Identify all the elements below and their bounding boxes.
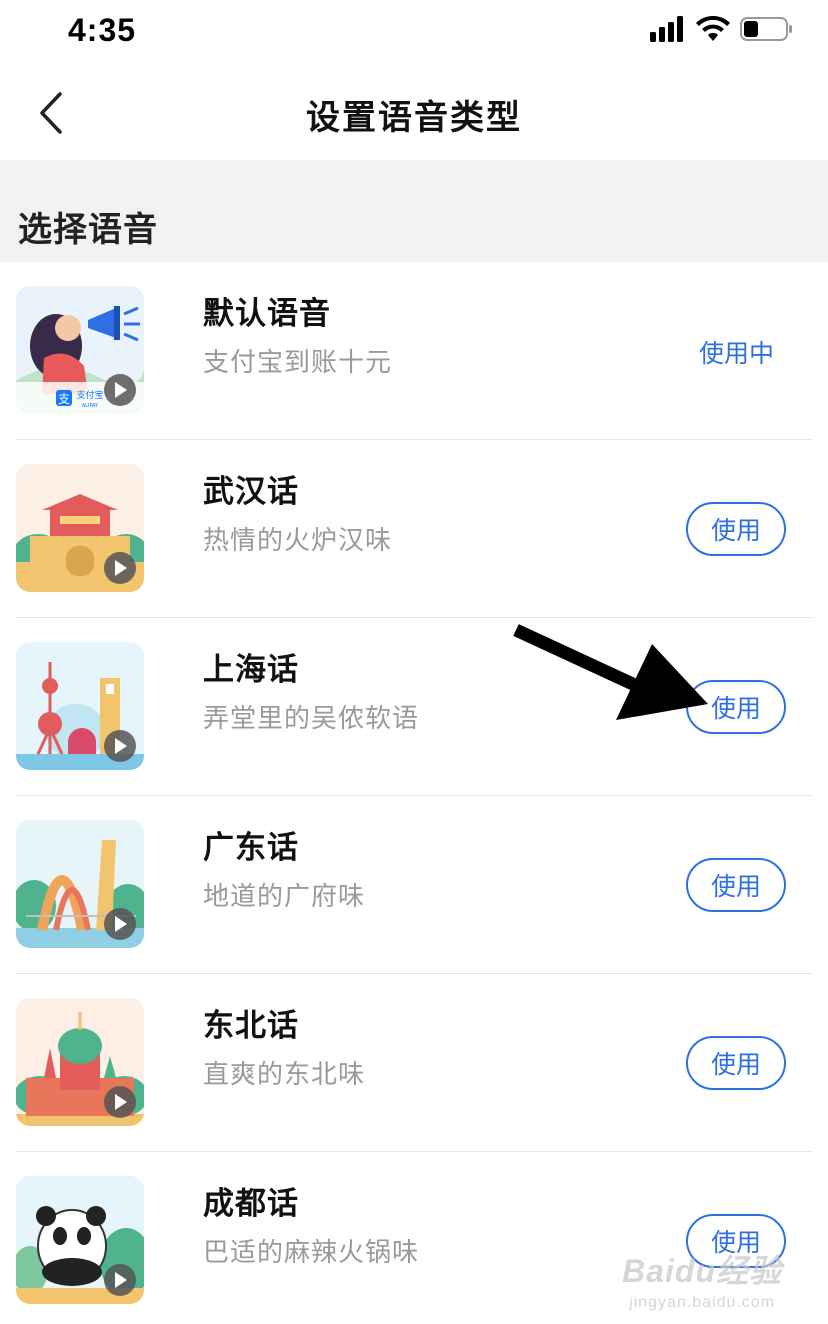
voice-thumbnail — [16, 1176, 144, 1304]
voice-thumbnail — [16, 642, 144, 770]
list-item-default-voice[interactable]: 支 支付宝 ALIPAY 默认语音 支付宝到账十元 使用中 — [0, 262, 828, 440]
list-item-wuhan[interactable]: 武汉话 热情的火炉汉味 使用 — [0, 440, 828, 618]
svg-text:支付宝: 支付宝 — [76, 389, 103, 401]
status-bar: 4:35 — [0, 0, 828, 64]
voice-description: 直爽的东北味 — [203, 1060, 366, 1090]
voice-name: 默认语音 — [203, 296, 331, 332]
section-header: 选择语音 — [0, 160, 828, 262]
voice-description: 弄堂里的吴侬软语 — [203, 704, 420, 734]
watermark-logo: Baidu经验 — [622, 1253, 782, 1289]
voice-description: 热情的火炉汉味 — [203, 526, 393, 556]
voice-description: 支付宝到账十元 — [203, 348, 393, 378]
list-item-guangdong[interactable]: 广东话 地道的广府味 使用 — [0, 796, 828, 974]
use-button[interactable]: 使用 — [686, 1036, 786, 1090]
list-item-shanghai[interactable]: 上海话 弄堂里的吴侬软语 使用 — [0, 618, 828, 796]
voice-thumbnail — [16, 820, 144, 948]
page-title: 设置语音类型 — [306, 98, 522, 138]
use-button[interactable]: 使用 — [686, 680, 786, 734]
svg-text:支: 支 — [58, 392, 70, 406]
voice-name: 广东话 — [203, 830, 299, 866]
wifi-icon — [696, 16, 730, 41]
voice-thumbnail: 支 支付宝 ALIPAY — [16, 286, 144, 414]
list-item-dongbei[interactable]: 东北话 直爽的东北味 使用 — [0, 974, 828, 1152]
voice-name: 上海话 — [203, 652, 299, 688]
voice-name: 东北话 — [203, 1008, 299, 1044]
status-time: 4:35 — [68, 12, 137, 48]
voice-description: 地道的广府味 — [203, 882, 366, 912]
battery-icon — [740, 17, 792, 41]
voice-name: 武汉话 — [203, 474, 299, 510]
voice-thumbnail — [16, 464, 144, 592]
section-title: 选择语音 — [18, 210, 158, 250]
watermark: Baidu经验 jingyan.baidu.com — [622, 1246, 782, 1312]
nav-bar: 设置语音类型 — [0, 64, 828, 160]
voice-name: 成都话 — [203, 1186, 299, 1222]
voice-list: 支 支付宝 ALIPAY 默认语音 支付宝到账十元 使用中 武汉话 热情的火炉汉… — [0, 262, 828, 1324]
use-button[interactable]: 使用 — [686, 502, 786, 556]
in-use-label: 使用中 — [698, 339, 774, 368]
use-button[interactable]: 使用 — [686, 858, 786, 912]
status-icons — [650, 16, 794, 42]
voice-thumbnail — [16, 998, 144, 1126]
signal-icon — [650, 16, 683, 42]
svg-text:ALIPAY: ALIPAY — [82, 403, 99, 409]
watermark-url: jingyan.baidu.com — [629, 1294, 776, 1311]
voice-description: 巴适的麻辣火锅味 — [203, 1238, 420, 1268]
